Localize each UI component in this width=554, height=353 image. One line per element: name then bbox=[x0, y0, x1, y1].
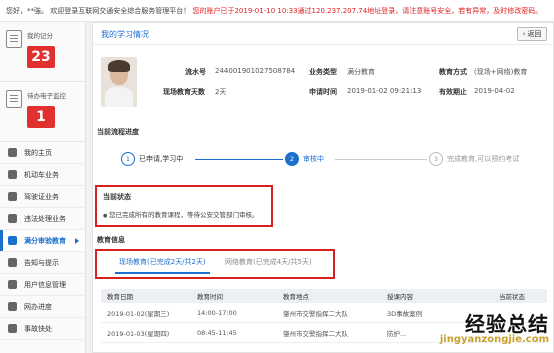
panel-header: 我的学习情况 ‹ 返回 bbox=[93, 23, 553, 45]
sidebar-item-violation[interactable]: 违法处理业务 bbox=[0, 208, 85, 230]
progress-icon bbox=[8, 302, 17, 311]
sidebar-item-home[interactable]: 我的主页 bbox=[0, 142, 85, 164]
applytime-label: 申请时间 bbox=[309, 88, 337, 96]
col-time: 教育时间 bbox=[197, 293, 223, 301]
sidebar-item-label: 网办进度 bbox=[24, 302, 52, 311]
days-label: 现场教育天数 bbox=[163, 88, 205, 96]
col-location: 教育地点 bbox=[283, 293, 309, 301]
monitor-label: 待办电子监控 bbox=[27, 92, 66, 100]
score-label: 我的记分 bbox=[27, 32, 53, 40]
sidebar-item-license[interactable]: 驾驶证业务 bbox=[0, 186, 85, 208]
step-1-label: 已申请,学习中 bbox=[139, 155, 184, 163]
back-label: 返回 bbox=[527, 30, 542, 38]
main-panel: 我的学习情况 ‹ 返回 流水号 244001901027508784 业务类型 … bbox=[92, 22, 554, 353]
cell-location: 肇州市交警指挥二大队 bbox=[283, 309, 348, 318]
chevron-right-icon bbox=[75, 238, 79, 244]
back-button[interactable]: ‹ 返回 bbox=[517, 27, 547, 41]
watermark-logo: 经验总结 jingyanzongjie.com bbox=[411, 308, 549, 350]
status-title: 当前状态 bbox=[103, 193, 131, 201]
table-header: 教育日期 教育时间 教育地点 授课内容 当前状态 bbox=[101, 289, 547, 303]
cell-location: 肇州市交警指挥二大队 bbox=[283, 329, 348, 338]
sidebar-item-notice[interactable]: 告知与提示 bbox=[0, 252, 85, 274]
status-box: 当前状态 您已完成所有的教育课程，等待公安交管部门审核。 bbox=[95, 185, 273, 227]
license-icon bbox=[8, 192, 17, 201]
tab-onsite[interactable]: 现场教育(已完成2天/共2天) bbox=[115, 257, 210, 274]
camera-monitor-icon bbox=[6, 90, 22, 108]
col-content: 授课内容 bbox=[387, 293, 413, 301]
expire-label: 有效期止 bbox=[439, 88, 467, 96]
tab-online[interactable]: 网络教育(已完成4天/共5天) bbox=[225, 257, 312, 267]
sidebar-item-label: 事故快处 bbox=[24, 324, 52, 333]
accident-icon bbox=[8, 324, 17, 333]
step-2-label: 审核中 bbox=[303, 155, 324, 163]
sidebar-item-label: 告知与提示 bbox=[24, 258, 59, 267]
sidebar: 我的记分 23 待办电子监控 1 我的主页 机动车业务 驾驶证业务 违法处理业务… bbox=[0, 22, 86, 353]
progress-title: 当前流程进度 bbox=[97, 128, 139, 136]
biztype-value: 满分教育 bbox=[347, 68, 375, 76]
score-panel[interactable]: 我的记分 23 bbox=[0, 22, 85, 82]
monitor-panel[interactable]: 待办电子监控 1 bbox=[0, 82, 85, 142]
progress-steps: 1 已申请,学习中 2 审核中 3 完成教育,可以预约考试 bbox=[101, 141, 541, 177]
sidebar-item-label: 违法处理业务 bbox=[24, 214, 66, 223]
step-2-circle: 2 bbox=[285, 152, 299, 166]
status-text: 您已完成所有的教育课程，等待公安交管部门审核。 bbox=[103, 209, 259, 219]
method-value: (现场+网络)教育 bbox=[474, 68, 528, 76]
expire-value: 2019-04-02 bbox=[474, 87, 515, 95]
home-icon bbox=[8, 148, 17, 157]
step-1-circle: 1 bbox=[121, 152, 135, 166]
sidebar-item-label: 我的主页 bbox=[24, 148, 52, 157]
step-line-2 bbox=[335, 159, 427, 160]
sidebar-item-label: 机动车业务 bbox=[24, 170, 59, 179]
days-value: 2天 bbox=[215, 88, 227, 96]
book-icon bbox=[8, 236, 17, 245]
sidebar-item-accident[interactable]: 事故快处 bbox=[0, 318, 85, 340]
step-line-1 bbox=[195, 159, 283, 160]
bell-icon bbox=[8, 258, 17, 267]
method-label: 教育方式 bbox=[439, 68, 467, 76]
sidebar-item-label: 驾驶证业务 bbox=[24, 192, 59, 201]
avatar bbox=[101, 57, 137, 107]
cell-time: 08:45-11:45 bbox=[197, 328, 237, 337]
serial-value: 244001901027508784 bbox=[215, 67, 296, 75]
sidebar-item-label: 用户信息管理 bbox=[24, 280, 66, 289]
watermark-title: 经验总结 bbox=[465, 312, 549, 336]
watermark-url: jingyanzongjie.com bbox=[439, 334, 549, 345]
camera-icon bbox=[8, 214, 17, 223]
edu-tabs: 现场教育(已完成2天/共2天) 网络教育(已完成4天/共5天) bbox=[95, 249, 335, 279]
edu-title: 教育信息 bbox=[97, 236, 125, 244]
sidebar-item-progress[interactable]: 网办进度 bbox=[0, 296, 85, 318]
serial-label: 流水号 bbox=[185, 68, 206, 76]
cell-date: 2019-01-03(星期四) bbox=[107, 329, 170, 338]
sidebar-item-user[interactable]: 用户信息管理 bbox=[0, 274, 85, 296]
greeting-text: 您好，**強。 欢迎登录互联网交通安全综合服务管理平台！ bbox=[6, 7, 191, 15]
cell-content: 防护... bbox=[387, 329, 407, 338]
user-icon bbox=[8, 280, 17, 289]
cell-date: 2019-01-02(星期三) bbox=[107, 309, 170, 318]
applytime-value: 2019-01-02 09:21:13 bbox=[347, 87, 422, 95]
score-value: 23 bbox=[27, 46, 55, 68]
sidebar-item-vehicle[interactable]: 机动车业务 bbox=[0, 164, 85, 186]
monitor-value: 1 bbox=[27, 106, 55, 128]
page-title: 我的学习情况 bbox=[101, 30, 149, 39]
col-date: 教育日期 bbox=[107, 293, 133, 301]
biztype-label: 业务类型 bbox=[309, 68, 337, 76]
step-3-label: 完成教育,可以预约考试 bbox=[447, 155, 520, 163]
cell-time: 14:00-17:00 bbox=[197, 308, 237, 317]
col-status: 当前状态 bbox=[499, 293, 525, 301]
sidebar-item-label: 满分审验教育 bbox=[24, 236, 66, 245]
sidebar-item-education[interactable]: 满分审验教育 bbox=[0, 230, 85, 252]
top-notice-bar: 您好，**強。 欢迎登录互联网交通安全综合服务管理平台！ 您的账户已于2019-… bbox=[0, 0, 554, 22]
score-icon bbox=[6, 30, 22, 48]
car-icon bbox=[8, 170, 17, 179]
login-warning-text: 您的账户已于2019-01-10 10:33通过120.237.207.74地址… bbox=[192, 7, 543, 15]
step-3-circle: 3 bbox=[429, 152, 443, 166]
